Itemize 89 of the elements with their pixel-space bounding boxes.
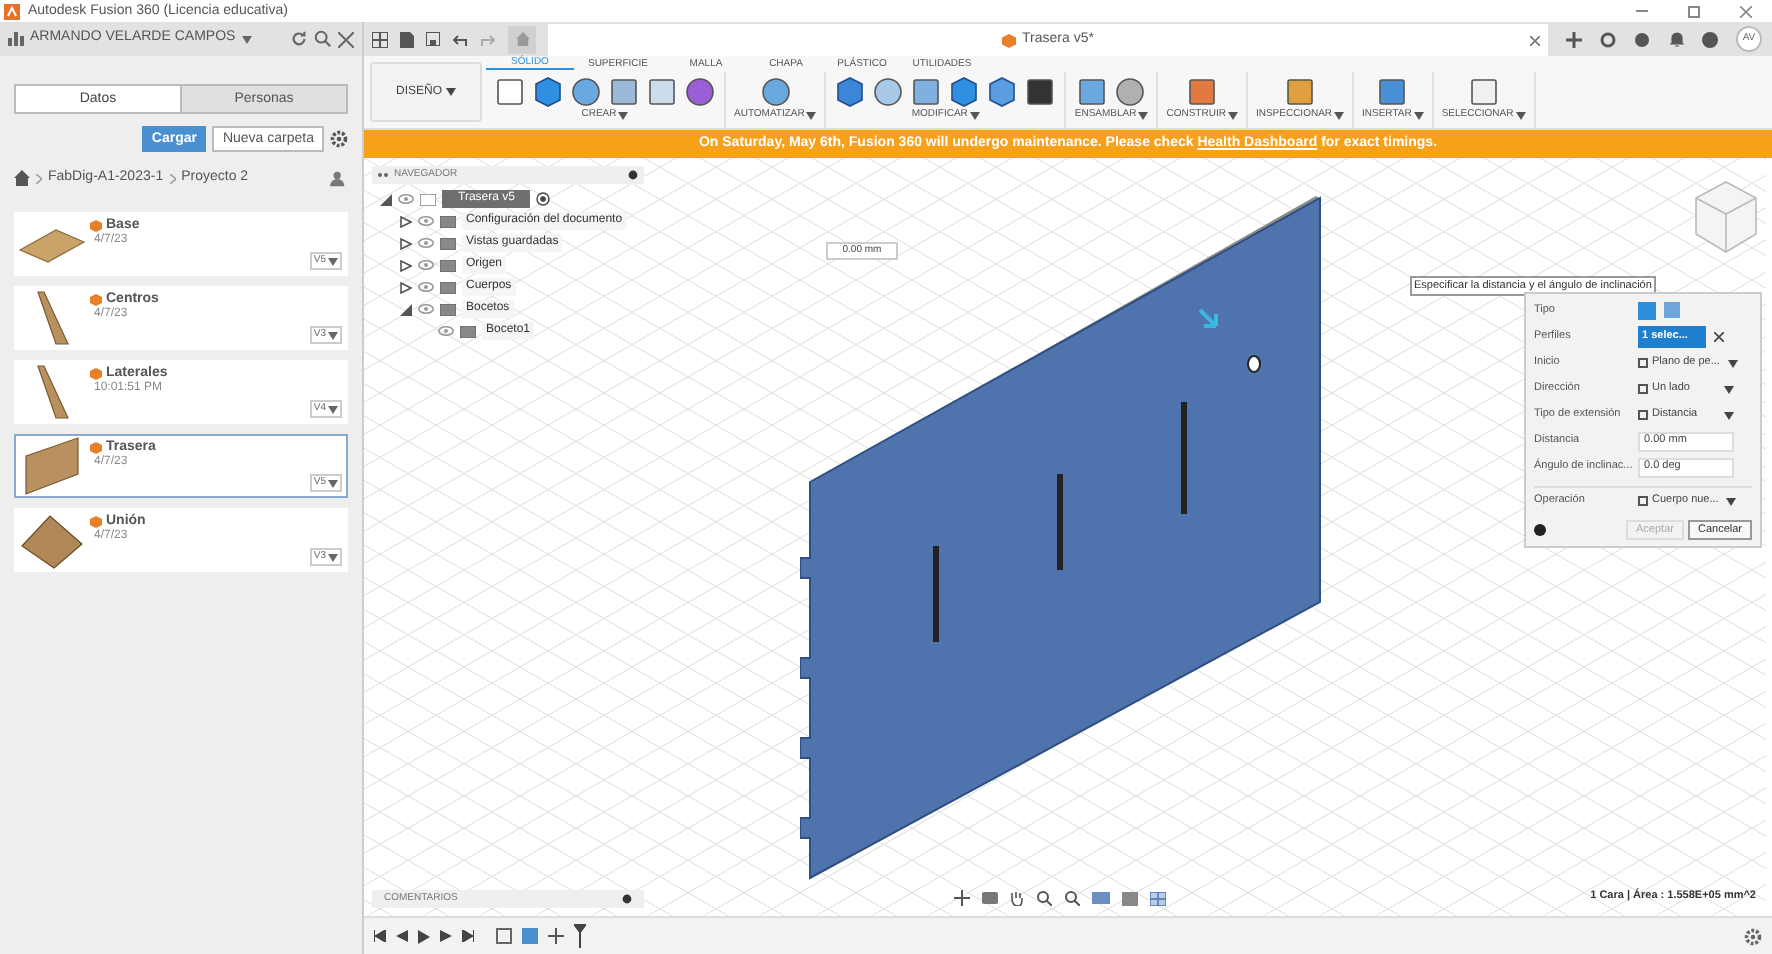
refresh-icon[interactable] (290, 30, 308, 48)
team-icon (8, 32, 24, 46)
cube-icon[interactable] (834, 75, 867, 107)
design-file-icon (90, 219, 102, 231)
settings-icon[interactable] (1744, 927, 1762, 945)
caret-icon (328, 331, 338, 339)
caret-icon (1227, 111, 1238, 119)
radio-icon[interactable] (536, 192, 551, 206)
home-icon[interactable] (14, 170, 30, 186)
eye-icon[interactable] (418, 260, 434, 270)
step-back-icon[interactable] (396, 930, 408, 942)
close-icon[interactable] (1530, 35, 1540, 45)
sphere-icon[interactable] (872, 75, 905, 107)
caret-icon (1724, 385, 1734, 393)
search-icon[interactable] (314, 30, 332, 48)
model-thumbnail (18, 510, 86, 570)
caret-icon (1334, 111, 1345, 119)
square-icon[interactable] (1283, 75, 1316, 107)
people-icon[interactable] (330, 169, 348, 187)
grid-menu-icon[interactable] (372, 31, 388, 47)
close-icon[interactable] (1740, 5, 1752, 17)
caret-icon (1724, 411, 1734, 419)
caret-icon (1413, 111, 1424, 119)
undo-icon[interactable] (452, 32, 468, 46)
sphere-icon[interactable] (759, 75, 792, 107)
step-forward-icon[interactable] (440, 930, 452, 942)
cube-icon[interactable] (948, 75, 981, 107)
hand-icon[interactable] (1010, 890, 1024, 906)
caret-icon (1726, 497, 1737, 505)
design-file-icon (90, 293, 102, 305)
square-icon[interactable] (1186, 75, 1219, 107)
skip-end-icon[interactable] (462, 930, 474, 942)
chevron-icon (36, 173, 42, 183)
eye-icon[interactable] (438, 326, 454, 336)
square-icon[interactable] (910, 75, 943, 107)
caret-icon (618, 111, 629, 119)
eye-icon[interactable] (418, 304, 434, 314)
caret-icon (806, 111, 817, 119)
square-icon[interactable] (1076, 75, 1109, 107)
design-file-icon (90, 441, 102, 453)
timeline-marker-icon[interactable] (574, 924, 586, 948)
collapsed-triangle-icon[interactable] (400, 237, 412, 249)
collapsed-triangle-icon[interactable] (400, 259, 412, 271)
design-file-icon (90, 515, 102, 527)
grid-icon[interactable] (1150, 891, 1166, 905)
cube-icon[interactable] (532, 75, 564, 107)
caret-icon (241, 35, 252, 43)
chevron-icon (169, 173, 176, 183)
bell-icon[interactable] (1670, 31, 1684, 47)
skip-start-icon[interactable] (374, 930, 386, 942)
maximize-icon[interactable] (1688, 5, 1700, 17)
settings-icon[interactable] (330, 130, 348, 148)
cube-icon[interactable] (986, 75, 1019, 107)
expanded-triangle-icon[interactable] (380, 193, 392, 205)
eye-icon[interactable] (418, 238, 434, 248)
plus-icon[interactable] (1566, 31, 1582, 47)
caret-icon (328, 479, 338, 487)
caret-icon (328, 405, 338, 413)
play-icon[interactable] (418, 929, 430, 943)
caret-icon (446, 88, 456, 96)
collapsed-triangle-icon[interactable] (400, 281, 412, 293)
design-file-icon (1002, 33, 1017, 47)
design-file-icon (90, 367, 102, 379)
caret-icon (969, 111, 980, 119)
clear-icon[interactable] (1714, 332, 1724, 342)
zoom-icon[interactable] (1036, 890, 1052, 906)
sketch-feature-icon[interactable] (496, 928, 512, 944)
square-icon[interactable] (1376, 75, 1409, 107)
sphere-icon[interactable] (570, 75, 602, 107)
close-icon[interactable] (338, 31, 354, 47)
square-icon[interactable] (1024, 75, 1057, 107)
caret-icon (1515, 111, 1526, 119)
caret-icon (328, 257, 338, 265)
caret-icon (1727, 359, 1738, 367)
zoom-window-icon[interactable] (1064, 890, 1080, 906)
collapsed-triangle-icon[interactable] (400, 215, 412, 227)
collapse-icon[interactable] (378, 172, 388, 178)
square-icon[interactable] (608, 75, 640, 107)
home-icon (515, 32, 529, 46)
file-icon[interactable] (400, 31, 414, 47)
caret-icon (1138, 111, 1149, 119)
sphere-icon[interactable] (1114, 75, 1147, 107)
caret-icon (328, 553, 338, 561)
eye-icon[interactable] (398, 194, 414, 204)
eye-icon[interactable] (418, 282, 434, 292)
save-icon[interactable] (426, 32, 440, 46)
expanded-triangle-icon[interactable] (400, 303, 412, 315)
sphere-icon[interactable] (684, 75, 716, 107)
eye-icon[interactable] (418, 216, 434, 226)
